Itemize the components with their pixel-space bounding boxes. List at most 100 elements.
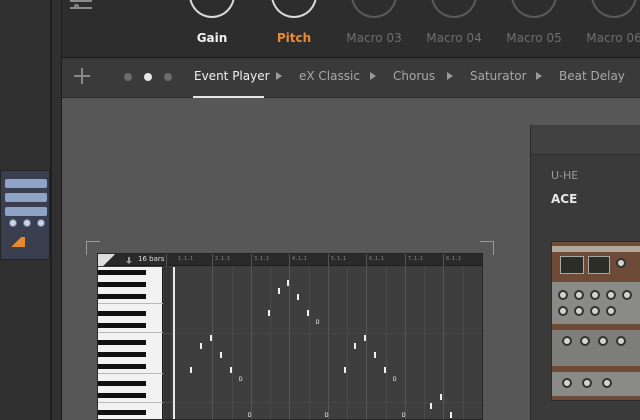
note-name: D (402, 412, 406, 419)
playhead[interactable] (173, 267, 175, 419)
plugin-name: ACE (551, 192, 578, 206)
ruler-mark: 3.1.1 (254, 256, 270, 262)
length-label[interactable]: 16 bars (138, 255, 164, 263)
tab-ex-classic[interactable]: eX Classic (299, 69, 360, 83)
macro-knob-06[interactable]: Macro 06 (574, 0, 640, 58)
knob-arc[interactable] (591, 0, 637, 18)
piano-keyboard[interactable] (98, 267, 163, 419)
note-name: D (393, 376, 397, 383)
midi-note[interactable] (210, 335, 212, 341)
velocity-strip[interactable] (164, 267, 171, 419)
black-key[interactable] (98, 323, 146, 328)
black-key[interactable] (98, 352, 146, 357)
midi-note[interactable] (287, 280, 289, 286)
chain-arrow-icon (276, 72, 282, 80)
play-icon[interactable] (102, 256, 108, 264)
macro-label: Macro 04 (426, 31, 482, 45)
midi-note[interactable] (190, 367, 192, 373)
chain-arrow-icon (536, 72, 542, 80)
midi-note[interactable] (230, 367, 232, 373)
macro-label: Macro 05 (506, 31, 562, 45)
thumb-row (5, 193, 47, 202)
macro-knob-03[interactable]: Macro 03 (334, 0, 414, 58)
tab-event-player[interactable]: Event Player (194, 69, 270, 83)
page-dot[interactable] (164, 73, 172, 81)
ruler-mark: 2.1.1 (215, 256, 231, 262)
macro-label: Pitch (276, 31, 312, 45)
midi-note[interactable] (268, 310, 270, 316)
midi-note[interactable] (374, 352, 376, 358)
black-key[interactable] (98, 311, 146, 316)
ruler-mark: 5.1.1 (331, 256, 347, 262)
chain-arrow-icon (447, 72, 453, 80)
ruler-mark: 8.1.1 (446, 256, 462, 262)
midi-note[interactable] (384, 367, 386, 373)
knob-arc[interactable] (271, 0, 317, 18)
thumb-row (5, 207, 47, 216)
knob-arc[interactable] (189, 0, 235, 18)
tab-saturator[interactable]: Saturator (470, 69, 527, 83)
midi-note[interactable] (307, 310, 309, 316)
piano-roll-toolbar: 16 bars 1.1.1 2.1.1 3.1.1 4.1.1 5.1.1 6.… (98, 254, 482, 266)
black-key[interactable] (98, 270, 146, 275)
thumb-knob (9, 219, 17, 227)
browser-side-panel (0, 0, 62, 420)
thumb-knob (37, 219, 45, 227)
note-name: D (325, 412, 329, 419)
black-key[interactable] (98, 410, 146, 415)
knob-arc[interactable] (511, 0, 557, 18)
plugin-device-panel[interactable]: U-HE ACE (530, 125, 640, 420)
macro-knob-pitch[interactable]: Pitch (254, 0, 334, 58)
note-name: D (248, 412, 252, 419)
knob-arc[interactable] (431, 0, 477, 18)
black-key[interactable] (98, 282, 146, 287)
sliders-icon[interactable] (70, 0, 92, 12)
ruler-mark: 4.1.1 (292, 256, 308, 262)
note-name: D (239, 376, 243, 383)
black-key[interactable] (98, 294, 146, 299)
black-key[interactable] (98, 393, 146, 398)
plugin-thumbnail[interactable] (0, 170, 50, 260)
add-device-icon[interactable] (74, 68, 90, 84)
macro-label: Macro 06 (586, 31, 640, 45)
midi-note[interactable] (344, 367, 346, 373)
macro-knob-05[interactable]: Macro 05 (494, 0, 574, 58)
thumb-row (5, 179, 47, 188)
macro-bar: Gain Pitch Macro 03 Macro 04 Macro 05 Ma… (62, 0, 640, 58)
black-key[interactable] (98, 340, 146, 345)
ruler-mark: 7.1.1 (408, 256, 424, 262)
panel-divider[interactable] (50, 0, 52, 420)
thumb-envelope (7, 237, 25, 247)
macro-knob-gain[interactable]: Gain (172, 0, 252, 58)
midi-note[interactable] (220, 352, 222, 358)
down-arrow-icon[interactable] (126, 257, 132, 264)
page-dot-current[interactable] (144, 73, 152, 81)
midi-note[interactable] (440, 394, 442, 400)
page-dot[interactable] (124, 73, 132, 81)
device-chain-bar: Event Player eX Classic Chorus Saturator… (62, 58, 640, 98)
ruler-mark: 6.1.1 (369, 256, 385, 262)
plugin-ui-preview[interactable] (551, 241, 640, 401)
tab-beat-delay[interactable]: Beat Delay (559, 69, 625, 83)
tab-chorus[interactable]: Chorus (393, 69, 435, 83)
midi-note[interactable] (297, 294, 299, 300)
midi-note[interactable] (200, 343, 202, 349)
midi-note[interactable] (354, 343, 356, 349)
chain-arrow-icon (370, 72, 376, 80)
midi-note[interactable] (278, 288, 280, 294)
knob-arc[interactable] (351, 0, 397, 18)
macro-knob-04[interactable]: Macro 04 (414, 0, 494, 58)
event-player-piano-roll[interactable]: 16 bars 1.1.1 2.1.1 3.1.1 4.1.1 5.1.1 6.… (97, 253, 483, 420)
plugin-vendor: U-HE (551, 169, 579, 182)
thumb-knob (23, 219, 31, 227)
device-header[interactable] (531, 125, 640, 155)
black-key[interactable] (98, 364, 146, 369)
note-grid[interactable]: D D D D D D (164, 267, 482, 419)
black-key[interactable] (98, 381, 146, 386)
note-name: D (316, 319, 320, 326)
midi-note[interactable] (450, 412, 452, 418)
midi-note[interactable] (364, 335, 366, 341)
macro-label: Gain (196, 31, 228, 45)
midi-note[interactable] (430, 403, 432, 409)
ruler-mark: 1.1.1 (178, 256, 194, 262)
